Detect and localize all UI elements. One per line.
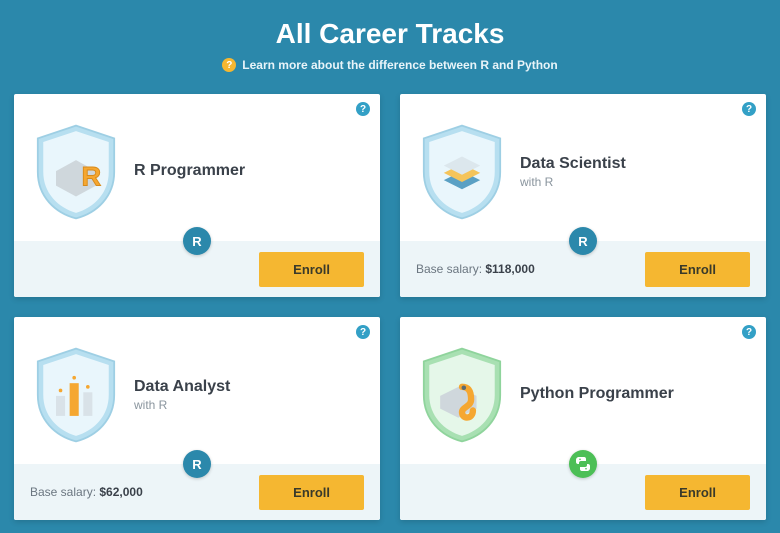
card-body: Python Programmer [400, 317, 766, 464]
r-lang-badge-icon: R [183, 450, 211, 478]
card-body: Data Analyst with R [14, 317, 380, 464]
enroll-button[interactable]: Enroll [645, 475, 750, 510]
track-subtitle: with R [520, 175, 626, 189]
track-title: R Programmer [134, 162, 245, 180]
salary-text: Base salary: $62,000 [30, 485, 143, 499]
enroll-button[interactable]: Enroll [259, 475, 364, 510]
card-footer: R Enroll [14, 241, 380, 297]
subtitle-link[interactable]: ? Learn more about the difference betwee… [0, 58, 780, 72]
r-lang-badge-icon: R [569, 227, 597, 255]
track-title: Data Analyst [134, 378, 230, 396]
card-footer: R Base salary: $118,000 Enroll [400, 241, 766, 297]
shield-icon-stack [416, 122, 508, 222]
help-icon: ? [222, 58, 236, 72]
python-lang-badge-icon [569, 450, 597, 478]
card-help-icon[interactable]: ? [356, 325, 370, 339]
r-lang-badge-icon: R [183, 227, 211, 255]
track-title: Python Programmer [520, 385, 674, 403]
salary-text: Base salary: $118,000 [416, 262, 535, 276]
shield-icon-r-letter: R [30, 122, 122, 222]
subtitle-text: Learn more about the difference between … [242, 58, 557, 72]
card-help-icon[interactable]: ? [742, 102, 756, 116]
card-body: Data Scientist with R [400, 94, 766, 241]
shield-icon-python [416, 345, 508, 445]
track-card-data-scientist: ? Data Scientist with R R Ba [400, 94, 766, 297]
svg-text:R: R [81, 160, 101, 191]
track-card-data-analyst: ? Data Analyst wit [14, 317, 380, 520]
enroll-button[interactable]: Enroll [259, 252, 364, 287]
page-header: All Career Tracks ? Learn more about the… [0, 0, 780, 86]
card-body: R R Programmer [14, 94, 380, 241]
page-title: All Career Tracks [0, 18, 780, 50]
tracks-grid: ? R R Programmer R Enroll [0, 86, 780, 520]
card-footer: Enroll [400, 464, 766, 520]
enroll-button[interactable]: Enroll [645, 252, 750, 287]
track-card-r-programmer: ? R R Programmer R Enroll [14, 94, 380, 297]
track-title: Data Scientist [520, 155, 626, 173]
card-help-icon[interactable]: ? [356, 102, 370, 116]
card-help-icon[interactable]: ? [742, 325, 756, 339]
card-footer: R Base salary: $62,000 Enroll [14, 464, 380, 520]
track-subtitle: with R [134, 398, 230, 412]
track-card-python-programmer: ? Python Programmer [400, 317, 766, 520]
shield-icon-bars [30, 345, 122, 445]
